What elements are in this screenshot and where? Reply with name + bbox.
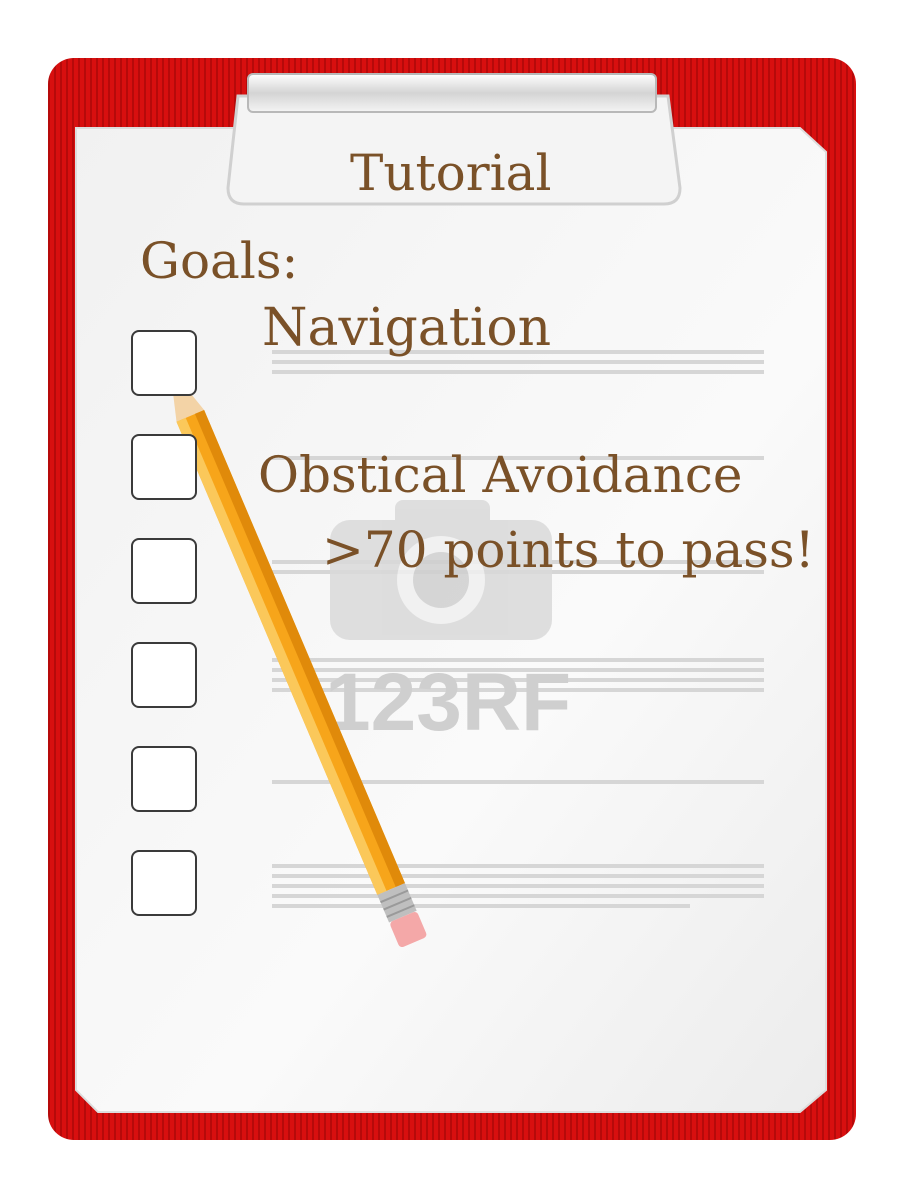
goal-checkbox-4[interactable] xyxy=(131,642,197,708)
goal-checkbox-obstacle-avoidance[interactable] xyxy=(131,434,197,500)
goal-label-obstacle-avoidance: Obstical Avoidance xyxy=(258,446,743,504)
clip-bar xyxy=(247,73,657,113)
goal-label-navigation: Navigation xyxy=(262,298,552,358)
pass-requirement: >70 points to pass! xyxy=(322,521,815,579)
goal-checkbox-3[interactable] xyxy=(131,538,197,604)
goals-label: Goals: xyxy=(140,232,299,290)
goal-checkbox-6[interactable] xyxy=(131,850,197,916)
watermark-text: 123RF xyxy=(325,657,571,748)
page-title: Tutorial xyxy=(350,144,552,202)
goal-checkbox-5[interactable] xyxy=(131,746,197,812)
goal-checkbox-navigation[interactable] xyxy=(131,330,197,396)
